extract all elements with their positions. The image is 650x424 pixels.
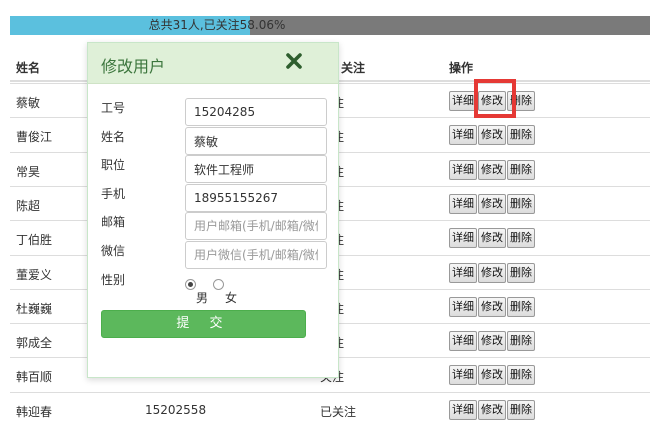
detail-button[interactable]: 详细 [449,296,477,317]
gender-male-radio[interactable] [185,279,196,290]
row-name: 韩迎春 [16,404,53,419]
wechat-input[interactable] [185,241,327,269]
detail-button[interactable]: 详细 [449,331,477,352]
position-input[interactable] [185,155,327,183]
row-actions: 详细 修改 删除 [449,193,536,214]
row-actions: 详细 修改 删除 [449,159,536,180]
header-status: 关注 [341,61,366,75]
row-actions: 详细 修改 删除 [449,262,536,283]
row-actions: 详细 修改 删除 [449,331,536,352]
edit-button[interactable]: 修改 [478,365,506,386]
edit-button[interactable]: 修改 [478,262,506,283]
delete-button[interactable]: 删除 [507,125,535,146]
detail-button[interactable]: 详细 [449,159,477,180]
modal-header: 修改用户 [88,43,338,84]
submit-button[interactable]: 提 交 [101,310,306,338]
row-actions: 详细 修改 删除 [449,399,536,420]
delete-button[interactable]: 删除 [507,399,535,420]
email-label: 邮箱 [101,215,126,229]
phone-input[interactable] [185,184,327,212]
row-actions: 详细 修改 删除 [449,125,536,146]
detail-button[interactable]: 详细 [449,193,477,214]
row-name: 董爱义 [16,267,53,282]
header-name: 姓名 [16,61,41,75]
position-label: 职位 [101,158,126,172]
detail-button[interactable]: 详细 [449,399,477,420]
detail-button[interactable]: 详细 [449,365,477,386]
edit-button-highlight [474,79,516,118]
edit-button[interactable]: 修改 [478,159,506,180]
delete-button[interactable]: 删除 [507,193,535,214]
row-name: 郭成全 [16,336,53,351]
delete-button[interactable]: 删除 [507,296,535,317]
detail-button[interactable]: 详细 [449,91,477,111]
delete-button[interactable]: 删除 [507,331,535,352]
gender-male-label: 男 [196,291,209,305]
header-actions: 操作 [449,61,474,75]
gender-female-radio[interactable] [213,279,224,290]
modal-title: 修改用户 [101,57,166,76]
job-no-input[interactable] [185,98,327,126]
follow-progress-bar: 总共31人,已关注58.06% [10,16,650,35]
name-label: 姓名 [101,130,126,144]
edit-button[interactable]: 修改 [478,125,506,146]
name-input[interactable] [185,127,327,155]
phone-label: 手机 [101,187,126,201]
row-actions: 详细 修改 删除 [449,228,536,249]
detail-button[interactable]: 详细 [449,262,477,283]
row-name: 韩百顺 [16,370,53,385]
wechat-label: 微信 [101,244,126,258]
table-row: 韩迎春 15202558 已关注 详细 修改 删除 [10,391,650,424]
close-x-icon[interactable] [285,52,303,70]
row-name: 杜巍巍 [16,301,53,316]
delete-button[interactable]: 删除 [507,262,535,283]
row-name: 常昊 [16,164,41,179]
row-actions: 详细 修改 删除 [449,296,536,317]
row-name: 曹俊江 [16,130,53,145]
row-name: 蔡敏 [16,96,41,110]
edit-button[interactable]: 修改 [478,193,506,214]
edit-button[interactable]: 修改 [478,228,506,249]
job-no-label: 工号 [101,101,126,115]
row-status: 已关注 [320,404,357,419]
edit-button[interactable]: 修改 [478,296,506,317]
row-actions: 详细 修改 删除 [449,365,536,386]
delete-button[interactable]: 删除 [507,228,535,249]
delete-button[interactable]: 删除 [507,365,535,386]
email-input[interactable] [185,212,327,240]
progress-label: 总共31人,已关注58.06% [148,18,286,32]
edit-user-modal: 修改用户 工号 姓名 职位 手机 邮箱 微信 性别 男 女 提 交 [87,42,339,378]
detail-button[interactable]: 详细 [449,125,477,146]
gender-female-label: 女 [225,291,238,305]
row-name: 陈超 [16,198,41,213]
gender-label: 性别 [101,273,126,287]
row-id: 15202558 [145,402,207,417]
edit-button[interactable]: 修改 [478,331,506,352]
detail-button[interactable]: 详细 [449,228,477,249]
delete-button[interactable]: 删除 [507,159,535,180]
edit-button[interactable]: 修改 [478,399,506,420]
row-name: 丁伯胜 [16,233,53,248]
